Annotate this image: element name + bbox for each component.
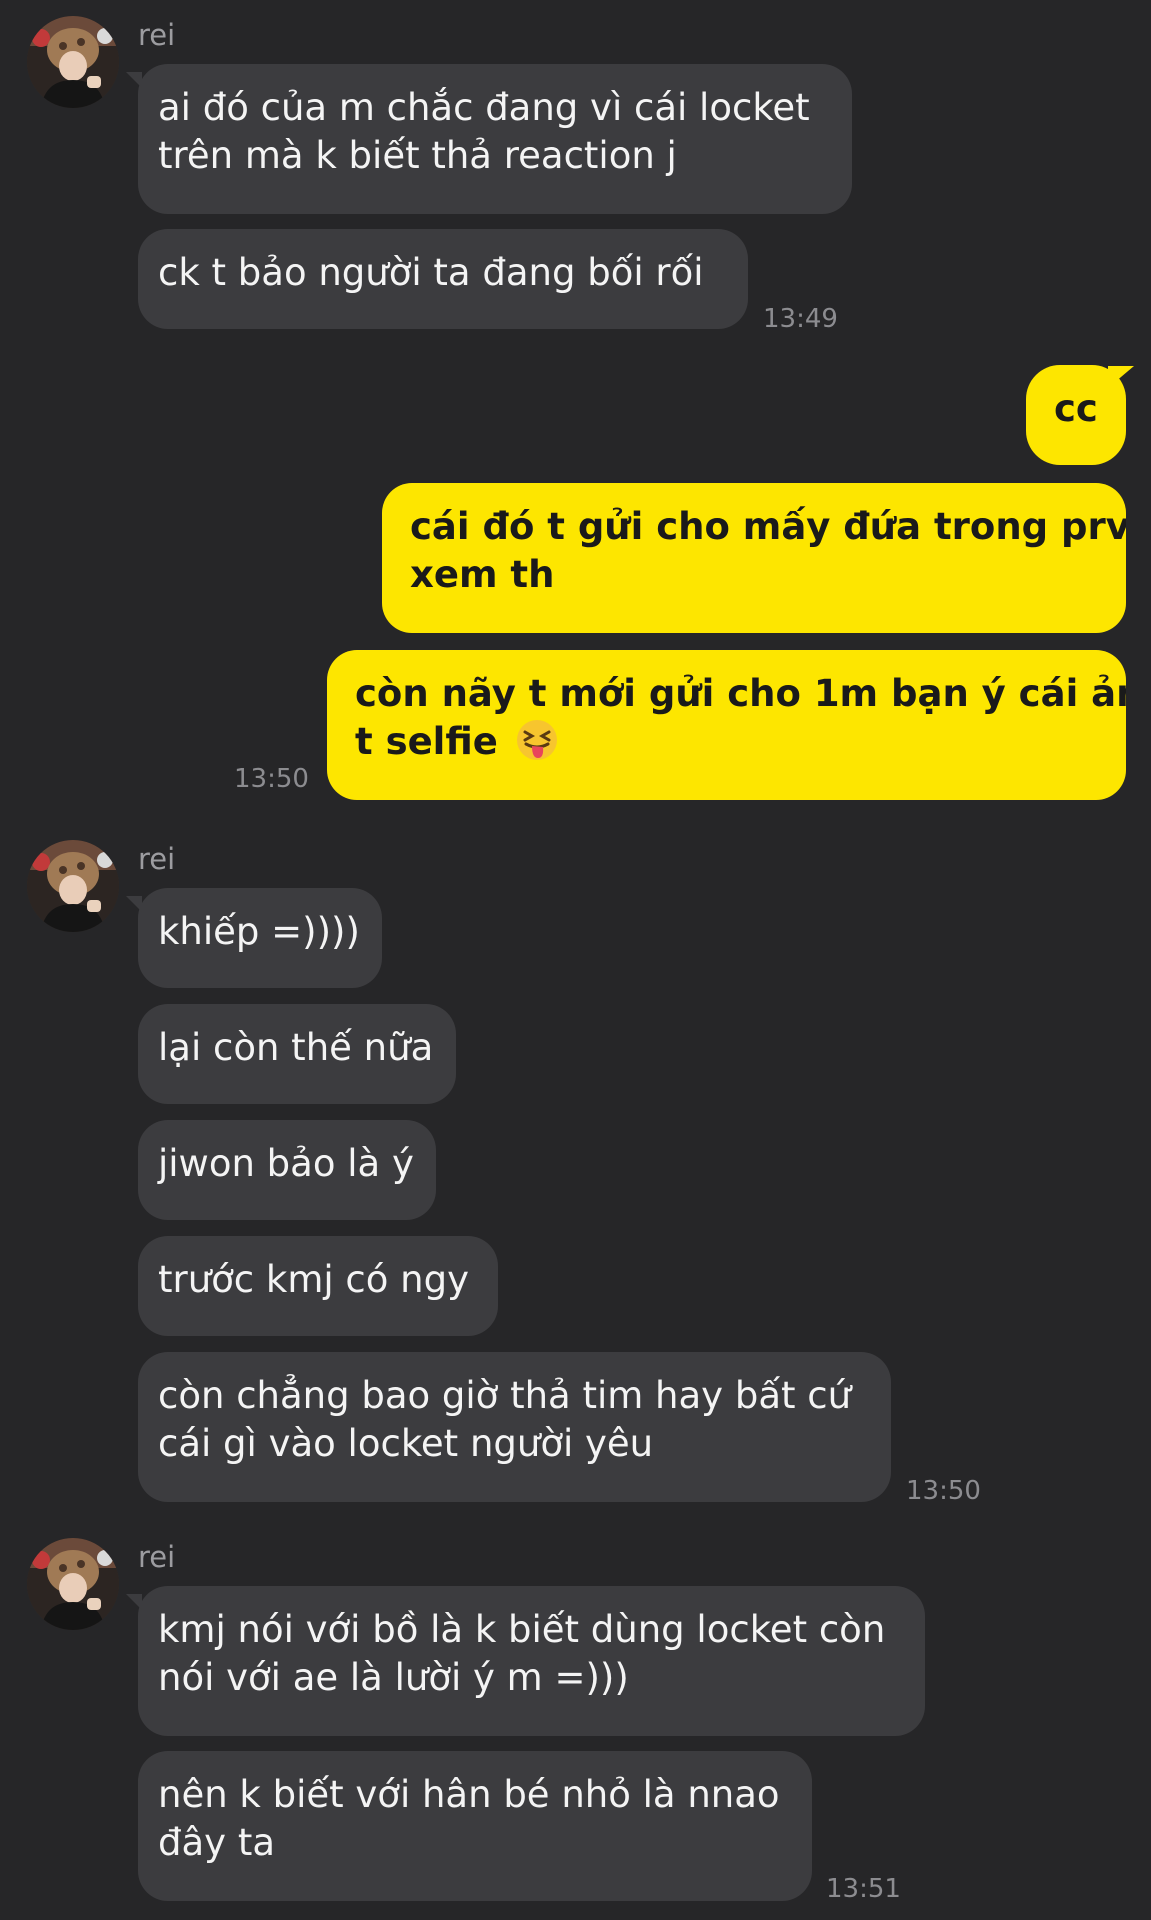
message-line: jiwon bảo là ý — [158, 1142, 414, 1185]
message-line: còn nãy t mới gửi cho 1m bạn ý cái ảnh — [355, 672, 1126, 715]
message-bubble[interactable]: kmj nói với bồ là k biết dùng locket còn… — [138, 1586, 925, 1736]
sender-name: rei — [138, 1540, 176, 1574]
message-line: cái đó t gửi cho mấy đứa trong prv t — [410, 505, 1126, 548]
message-bubble[interactable]: khiếp =)))) — [138, 888, 382, 988]
message-line: khiếp =)))) — [158, 910, 360, 953]
message-bubble[interactable]: ai đó của m chắc đang vì cái locket trên… — [138, 64, 852, 214]
message-timestamp: 13:50 — [906, 1476, 981, 1506]
message-bubble[interactable]: jiwon bảo là ý — [138, 1120, 436, 1220]
sender-name: rei — [138, 842, 176, 876]
message-timestamp: 13:51 — [826, 1874, 901, 1904]
message-bubble[interactable]: còn nãy t mới gửi cho 1m bạn ý cái ảnh t… — [327, 650, 1126, 800]
message-line: nói với ae là lười ý m =))) — [158, 1656, 629, 1699]
message-line: t selfie — [355, 720, 498, 763]
message-bubble[interactable]: còn chẳng bao giờ thả tim hay bất cứ cái… — [138, 1352, 891, 1502]
message-line: còn chẳng bao giờ thả tim hay bất cứ — [158, 1374, 852, 1417]
message-line: trên mà k biết thả reaction j — [158, 134, 677, 177]
message-line-with-emoji: t selfie — [355, 718, 1126, 766]
bubble-tail — [126, 896, 142, 912]
avatar[interactable] — [27, 16, 119, 108]
bubble-tail — [126, 1594, 142, 1610]
message-line: trước kmj có ngy — [158, 1258, 469, 1301]
message-line: đây ta — [158, 1821, 275, 1864]
message-line: kmj nói với bồ là k biết dùng locket còn — [158, 1608, 886, 1651]
message-timestamp: 13:49 — [763, 304, 838, 334]
message-bubble[interactable]: cái đó t gửi cho mấy đứa trong prv t xem… — [382, 483, 1126, 633]
message-line: nên k biết với hân bé nhỏ là nnao — [158, 1773, 780, 1816]
avatar[interactable] — [27, 1538, 119, 1630]
bubble-tail — [1108, 366, 1134, 388]
message-line: lại còn thế nữa — [158, 1026, 434, 1069]
message-bubble[interactable]: trước kmj có ngy — [138, 1236, 498, 1336]
avatar[interactable] — [27, 840, 119, 932]
message-line: cc — [1054, 387, 1098, 430]
message-bubble[interactable]: ck t bảo người ta đang bối rối — [138, 229, 748, 329]
message-timestamp: 13:50 — [234, 764, 309, 794]
bubble-tail — [126, 72, 142, 88]
message-line: xem th — [410, 553, 555, 596]
message-line: ck t bảo người ta đang bối rối — [158, 251, 704, 294]
message-bubble[interactable]: nên k biết với hân bé nhỏ là nnao đây ta — [138, 1751, 812, 1901]
message-line: cái gì vào locket người yêu — [158, 1422, 654, 1465]
message-line: ai đó của m chắc đang vì cái locket — [158, 86, 810, 129]
sender-name: rei — [138, 18, 176, 52]
message-bubble[interactable]: lại còn thế nữa — [138, 1004, 456, 1104]
squinting-tongue-emoji — [515, 718, 559, 762]
